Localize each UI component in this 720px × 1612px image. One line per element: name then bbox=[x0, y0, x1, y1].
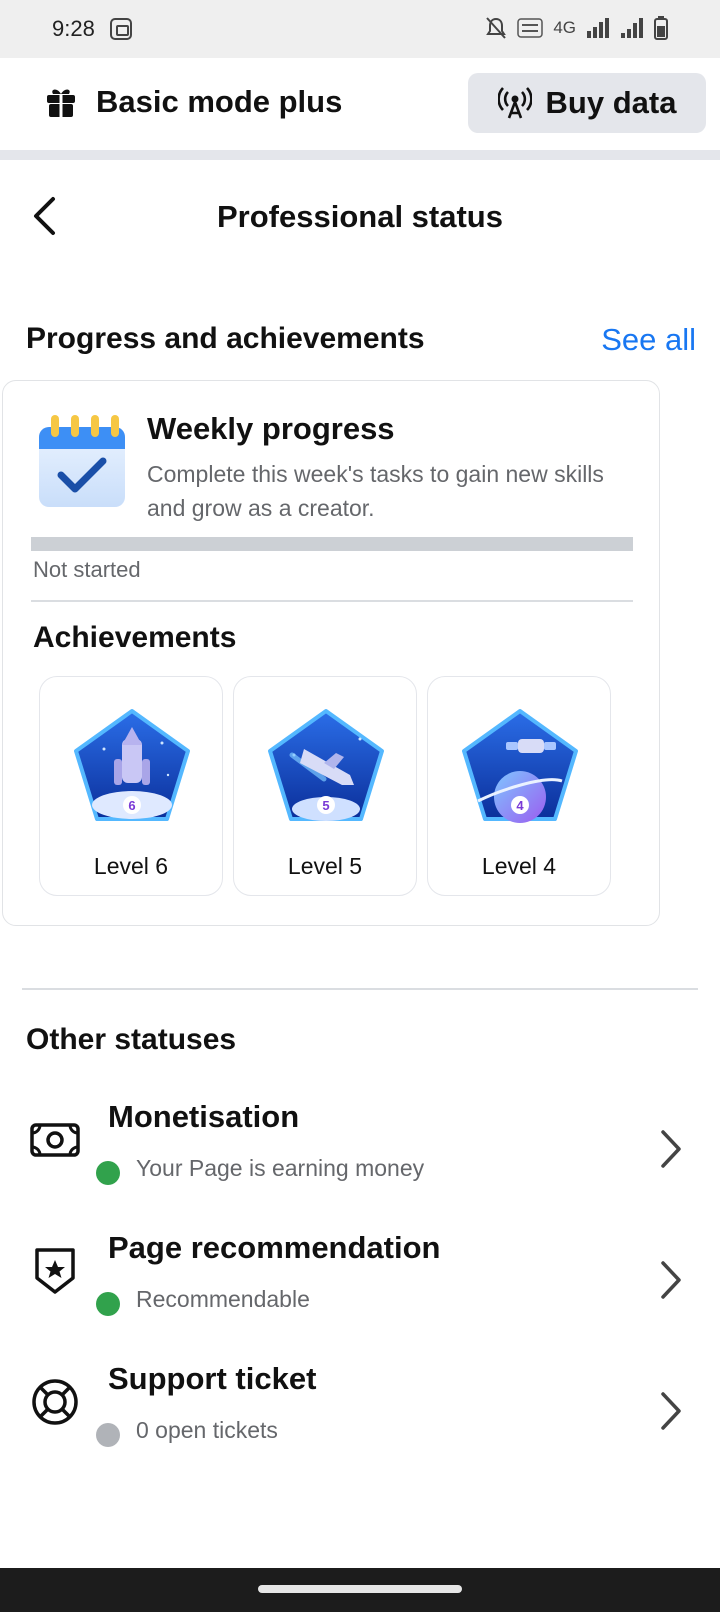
volte-icon bbox=[517, 18, 544, 38]
page-header: Professional status bbox=[0, 175, 720, 259]
mute-icon bbox=[486, 17, 507, 39]
status-subtitle: 0 open tickets bbox=[136, 1417, 278, 1443]
status-title: Monetisation bbox=[108, 1099, 300, 1134]
shuttle-badge-icon: 5 bbox=[268, 709, 384, 821]
progress-card: Weekly progress Complete this week's tas… bbox=[2, 380, 660, 926]
status-title: Page recommendation bbox=[108, 1230, 441, 1265]
section-divider bbox=[22, 988, 698, 990]
badge-number: 5 bbox=[322, 798, 329, 813]
achievement-level-4[interactable]: 4 Level 4 bbox=[427, 676, 611, 896]
see-all-link[interactable]: See all bbox=[601, 322, 696, 358]
lifebuoy-icon bbox=[28, 1375, 82, 1429]
rocket-badge-icon: 6 bbox=[74, 709, 190, 821]
shield-star-icon bbox=[28, 1244, 82, 1298]
calendar-check-icon bbox=[39, 415, 125, 507]
status-dot bbox=[96, 1423, 120, 1447]
card-divider bbox=[31, 600, 633, 602]
weekly-progress-description: Complete this week's tasks to gain new s… bbox=[147, 461, 604, 521]
money-icon bbox=[28, 1113, 82, 1167]
other-statuses-title: Other statuses bbox=[26, 1023, 237, 1056]
achievements-title: Achievements bbox=[33, 621, 237, 654]
network-type: 4G bbox=[553, 18, 576, 37]
planet-badge-icon: 4 bbox=[462, 709, 578, 823]
status-subtitle: Your Page is earning money bbox=[136, 1155, 425, 1181]
status-subtitle: Recommendable bbox=[136, 1286, 310, 1312]
status-title: Support ticket bbox=[108, 1361, 317, 1396]
signal-icon-2 bbox=[621, 18, 643, 38]
achievement-label: Level 4 bbox=[481, 853, 557, 879]
status-row-page-recommendation[interactable]: Page recommendation Recommendable bbox=[0, 1224, 720, 1334]
basic-mode-indicator[interactable]: Basic mode plus bbox=[44, 84, 342, 120]
status-row-support-ticket[interactable]: Support ticket 0 open tickets bbox=[0, 1355, 720, 1465]
achievement-label: Level 5 bbox=[287, 853, 363, 879]
weekly-progress-bar bbox=[31, 537, 633, 551]
header-separator bbox=[0, 150, 720, 160]
achievement-level-5[interactable]: 5 Level 5 bbox=[233, 676, 417, 896]
home-gesture-handle[interactable] bbox=[258, 1585, 462, 1593]
weekly-progress-title: Weekly progress bbox=[147, 411, 395, 446]
achievement-label: Level 6 bbox=[93, 853, 169, 879]
chevron-right-icon bbox=[661, 1130, 681, 1168]
status-dot bbox=[96, 1292, 120, 1316]
buy-data-label: Buy data bbox=[545, 85, 677, 120]
status-icons: 4G bbox=[485, 16, 668, 40]
progress-section-title: Progress and achievements bbox=[26, 322, 425, 355]
antenna-icon bbox=[497, 87, 532, 119]
achievement-level-6[interactable]: 6 Level 6 bbox=[39, 676, 223, 896]
status-dot bbox=[96, 1161, 120, 1185]
chevron-right-icon bbox=[661, 1261, 681, 1299]
signal-icon-1 bbox=[587, 18, 609, 38]
notification-icon bbox=[110, 18, 132, 40]
chevron-right-icon bbox=[661, 1392, 681, 1430]
badge-number: 6 bbox=[128, 798, 135, 813]
status-time: 9:28 bbox=[52, 16, 95, 41]
system-status-bar: 9:28 4G bbox=[0, 0, 720, 58]
page-title: Professional status bbox=[217, 199, 503, 234]
weekly-progress-status: Not started bbox=[33, 557, 141, 582]
badge-number: 4 bbox=[516, 798, 524, 813]
basic-mode-label: Basic mode plus bbox=[96, 84, 343, 119]
battery-icon bbox=[654, 16, 668, 40]
data-mode-bar: Basic mode plus Buy data bbox=[0, 58, 720, 150]
system-navigation-bar bbox=[0, 1568, 720, 1612]
status-row-monetisation[interactable]: Monetisation Your Page is earning money bbox=[0, 1093, 720, 1203]
gift-icon bbox=[47, 89, 75, 117]
buy-data-button[interactable]: Buy data bbox=[468, 73, 706, 133]
